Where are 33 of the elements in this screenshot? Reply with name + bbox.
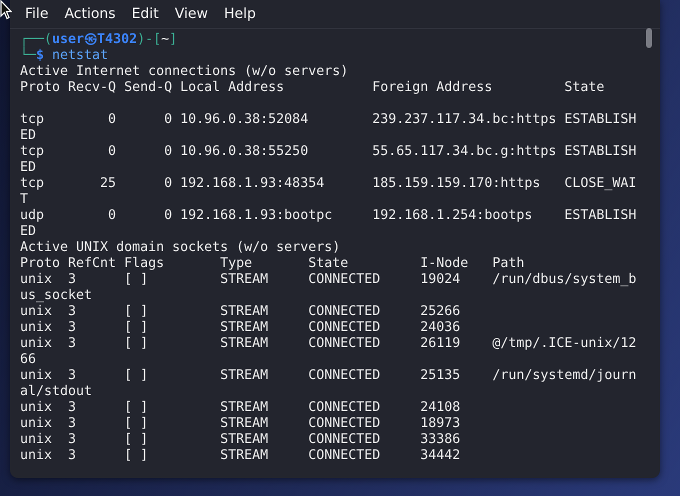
menu-item[interactable]: Actions: [57, 4, 123, 24]
prompt-line: ┌──(user㉿T4302)-[~]: [20, 32, 178, 47]
terminal-output-line: ED: [20, 128, 36, 144]
terminal-output-line: unix 3 [ ] STREAM CONNECTED 26119 @/tmp/.ICE-unix/12: [20, 336, 636, 352]
terminal-output-line: unix 3 [ ] STREAM CONNECTED 34442: [20, 448, 460, 464]
terminal-output-line: Active Internet connections (w/o servers): [20, 64, 348, 80]
menu-item[interactable]: View: [168, 4, 215, 24]
terminal-output-line: Proto Recv-Q Send-Q Local Address Foreign Address State: [20, 80, 604, 96]
terminal-output-line: unix 3 [ ] STREAM CONNECTED 19024 /run/dbus/system_b: [20, 272, 636, 288]
menu-item[interactable]: File: [18, 4, 56, 24]
terminal-output-line: udp 0 0 192.168.1.93:bootpc 192.168.1.254:bootps ESTABLISH: [20, 208, 636, 224]
terminal-output-line: ED: [20, 160, 36, 176]
terminal-output-line: us_socket: [20, 288, 92, 304]
terminal-output-line: ED: [20, 224, 36, 240]
scrollbar-thumb[interactable]: [646, 28, 652, 48]
terminal-output-line: unix 3 [ ] STREAM CONNECTED 24036: [20, 320, 460, 336]
terminal-output-line: tcp 0 0 10.96.0.38:55250 55.65.117.34.bc.g:https ESTABLISH: [20, 144, 636, 160]
terminal-output-line: unix 3 [ ] STREAM CONNECTED 25266: [20, 304, 460, 320]
menu-item[interactable]: Edit: [124, 4, 166, 24]
terminal-output-line: unix 3 [ ] STREAM CONNECTED 24108: [20, 400, 460, 416]
terminal-output-line: Active UNIX domain sockets (w/o servers): [20, 240, 340, 256]
terminal-output-line: Proto RefCnt Flags Type State I-Node Path: [20, 256, 524, 272]
terminal-output-line: T: [20, 192, 28, 208]
terminal-output-line: tcp 0 0 10.96.0.38:52084 239.237.117.34.bc:https ESTABLISH: [20, 112, 636, 128]
menu-item[interactable]: Help: [216, 4, 263, 24]
terminal-output-line: unix 3 [ ] STREAM CONNECTED 18973: [20, 416, 460, 432]
terminal-output-line: unix 3 [ ] STREAM CONNECTED 25135 /run/systemd/journ: [20, 368, 636, 384]
terminal-output-line: tcp 25 0 192.168.1.93:48354 185.159.159.170:https CLOSE_WAI: [20, 176, 636, 192]
mouse-pointer-icon: [0, 0, 12, 20]
prompt-line: └─$ netstat: [20, 48, 108, 64]
terminal-output-line: 66: [20, 352, 36, 368]
terminal-output-line: unix 3 [ ] STREAM CONNECTED 33386: [20, 432, 460, 448]
terminal-output-line: al/stdout: [20, 384, 92, 400]
